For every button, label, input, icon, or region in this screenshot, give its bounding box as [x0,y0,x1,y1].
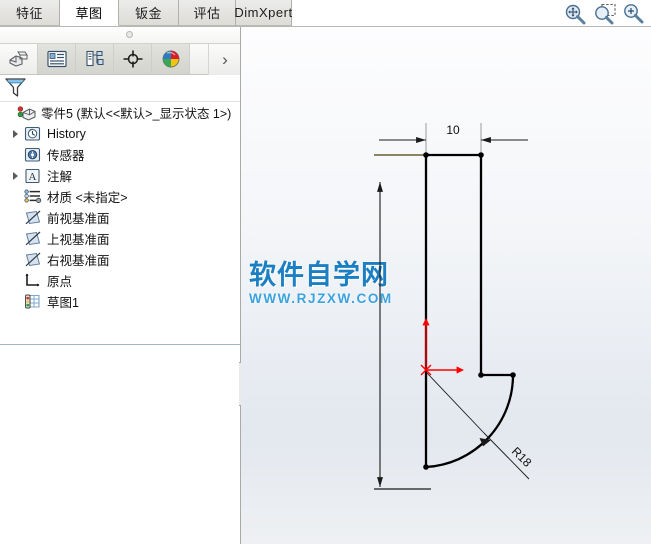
zoom-to-area-icon[interactable] [593,3,617,25]
horizontal-dimension-10[interactable]: 10 [379,123,528,143]
point-notch-left[interactable] [478,372,484,378]
tree-item-origin[interactable]: 原点 [0,270,241,291]
sketch-origin[interactable] [420,318,464,376]
tree-item-front-plane[interactable]: 前视基准面 [0,207,241,228]
bottom-arc[interactable] [424,373,515,469]
radius-dimension-r18[interactable]: R18 [426,372,535,480]
feature-manager-filter-row [0,75,241,102]
point-top-left[interactable] [423,152,429,158]
tree-item-sensors-label: 传感器 [47,149,85,163]
dimxpert-icon [123,50,142,68]
plane-icon [23,251,43,269]
display-manager-tab[interactable] [152,44,190,74]
panel-top-grip[interactable] [0,27,241,44]
panel-grip-dot[interactable] [126,31,133,38]
tree-item-history-label: History [47,126,86,141]
sketch-icon [23,293,43,311]
property-manager-icon [46,50,67,68]
feature-manager-toolbar-overflow[interactable]: › [208,44,241,75]
tree-item-material-label: 材质 <未指定> [47,191,128,205]
plane-icon [23,230,43,248]
part-icon [17,104,37,122]
plane-icon [23,209,43,227]
point-top-right[interactable] [478,152,484,158]
filter-icon[interactable] [3,76,29,100]
zoom-in-out-icon[interactable] [623,3,647,25]
sketch-profile[interactable] [424,153,515,469]
tree-item-top-plane[interactable]: 上视基准面 [0,228,241,249]
tree-item-part-label: 零件5 (默认<<默认>_显示状态 1>) [41,107,232,121]
point-arc-end[interactable] [423,464,429,470]
tree-item-history[interactable]: History [0,123,241,144]
annotations-twisty[interactable] [8,165,23,186]
tab-features[interactable]: 特征 [0,0,60,26]
tab-features-label: 特征 [15,6,43,21]
sketch-points [423,152,516,470]
feature-tree: 零件5 (默认<<默认>_显示状态 1>) History 传感器 A 注解 材… [0,102,241,312]
history-twisty[interactable] [8,123,23,144]
sketch-canvas[interactable]: 10 R18 [241,27,651,544]
dimxpert-manager-tab[interactable] [114,44,152,74]
tree-item-right-plane-label: 右视基准面 [47,254,110,268]
configuration-manager-tab[interactable] [76,44,114,74]
tree-item-annotations-label: 注解 [47,170,73,184]
overflow-chevron-icon: › [222,49,228,69]
point-arc-start[interactable] [510,372,516,378]
tab-sketch[interactable]: 草图 [60,0,119,26]
graphics-area[interactable]: 软件自学网 WWW.RJZXW.COM 10 R18 [241,27,651,544]
origin-icon [23,272,43,290]
zoom-to-fit-icon[interactable] [563,3,587,25]
view-toolbar [563,2,647,26]
tree-item-part[interactable]: 零件5 (默认<<默认>_显示状态 1>) [0,102,241,123]
tree-item-right-plane[interactable]: 右视基准面 [0,249,241,270]
horizontal-dimension-10-text: 10 [446,123,460,137]
tree-item-sketch1[interactable]: 草图1 [0,291,241,312]
tree-item-material[interactable]: 材质 <未指定> [0,186,241,207]
tree-item-front-plane-label: 前视基准面 [47,212,110,226]
tab-evaluate[interactable]: 评估 [179,0,236,26]
tab-sheetmetal[interactable]: 钣金 [119,0,179,26]
tab-sketch-label: 草图 [75,6,103,21]
feature-manager-panel: › 零件5 (默认<<默认>_显示状态 1>) History 传感器 A 注解… [0,27,241,544]
radius-dimension-r18-text: R18 [509,444,535,470]
feature-manager-toolbar [0,44,241,75]
annotations-icon: A [23,167,43,185]
vertical-dimension[interactable] [374,154,431,490]
command-manager-tabstrip: 特征 草图 钣金 评估 DimXpert [0,0,651,27]
featuremanager-design-tree-tab[interactable] [0,44,38,74]
property-manager-tab[interactable] [38,44,76,74]
configuration-icon [85,50,103,67]
tab-dimxpert-label: DimXpert [234,5,293,20]
display-manager-icon [162,50,179,68]
tab-dimxpert[interactable]: DimXpert [234,0,293,26]
tree-item-annotations[interactable]: A 注解 [0,165,241,186]
material-icon [23,188,43,206]
part-tree-icon [8,51,28,67]
tree-item-origin-label: 原点 [47,275,73,289]
history-icon [23,125,43,143]
tree-item-sensors[interactable]: 传感器 [0,144,241,165]
tab-evaluate-label: 评估 [193,6,221,21]
tree-item-top-plane-label: 上视基准面 [47,233,110,247]
tree-item-sketch1-label: 草图1 [47,296,79,310]
svg-text:A: A [29,171,37,183]
sensors-icon [23,146,43,164]
tab-sheetmetal-label: 钣金 [134,6,162,21]
tree-divider [0,344,241,347]
